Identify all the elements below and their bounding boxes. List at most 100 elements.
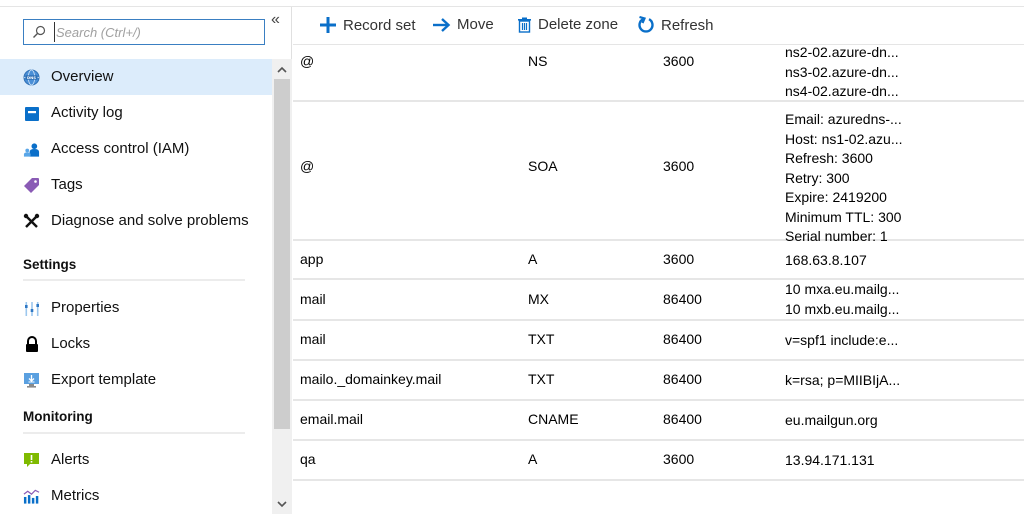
- tag-icon: [23, 177, 40, 194]
- record-ttl: 86400: [663, 411, 702, 427]
- move-button[interactable]: Move: [432, 16, 494, 33]
- record-value-line: 10 mxa.eu.mailg...: [785, 281, 900, 297]
- record-value-line: k=rsa; p=MIIBIjA...: [785, 372, 901, 388]
- menu-item-label: Export template: [51, 371, 157, 388]
- record-value-line: Refresh: 3600: [785, 150, 873, 166]
- record-value-line: 10 mxb.eu.mailg...: [785, 300, 900, 317]
- scroll-up-button[interactable]: [272, 59, 292, 79]
- record-name: email.mail: [300, 411, 364, 427]
- record-value-line: Email: azuredns-...: [785, 111, 902, 127]
- properties-sliders-icon: [23, 300, 40, 317]
- menu-item-tags[interactable]: Tags: [0, 167, 272, 203]
- menu-item-overview[interactable]: DNS Overview: [0, 59, 272, 95]
- record-sets-table: @ NS 3600 ns2-02.azure-dn... ns3-02.azure-dn…: [293, 44, 1024, 481]
- move-label: Move: [457, 16, 494, 33]
- menu-item-diagnose[interactable]: Diagnose and solve problems: [0, 203, 272, 239]
- menu-item-label: Properties: [51, 299, 120, 316]
- record-value-line: Minimum TTL: 300: [785, 208, 902, 225]
- record-value: 168.63.8.107: [785, 251, 867, 271]
- menu-item-metrics[interactable]: Metrics: [0, 478, 272, 514]
- menu-item-access-control[interactable]: Access control (IAM): [0, 131, 272, 167]
- record-type: NS: [528, 53, 548, 69]
- menu-item-label: Locks: [51, 335, 91, 352]
- record-ttl: 86400: [663, 291, 702, 307]
- section-divider: [23, 279, 245, 281]
- resource-menu: « DNS Overview Acti: [0, 7, 292, 514]
- delete-zone-button[interactable]: Delete zone: [517, 16, 618, 33]
- add-record-set-button[interactable]: Record set: [319, 16, 416, 34]
- record-value: v=spf1 include:e...: [785, 331, 898, 351]
- record-row[interactable]: @ NS 3600 ns2-02.azure-dn... ns3-02.azure-dn…: [293, 44, 1024, 102]
- record-type: A: [528, 451, 538, 467]
- search-box[interactable]: [23, 19, 265, 45]
- record-type: CNAME: [528, 411, 579, 427]
- record-value: Email: azuredns-... Host: ns1-02.azu... Re…: [785, 110, 903, 247]
- menu-item-activity-log[interactable]: Activity log: [0, 95, 272, 131]
- record-row[interactable]: qa A 3600 13.94.171.131: [293, 441, 1024, 481]
- scrollbar-thumb[interactable]: [274, 79, 290, 429]
- menu-item-alerts[interactable]: Alerts: [0, 442, 272, 478]
- menu-scrollbar[interactable]: [272, 59, 292, 514]
- menu-item-label: Access control (IAM): [51, 140, 190, 157]
- refresh-label: Refresh: [661, 16, 714, 34]
- record-type: A: [528, 251, 538, 267]
- menu-item-properties[interactable]: Properties: [0, 290, 272, 326]
- record-name: mail: [300, 331, 326, 347]
- record-row[interactable]: mailo._domainkey.mail TXT 86400 k=rsa; p=MI…: [293, 361, 1024, 401]
- trash-icon: [518, 17, 531, 33]
- iam-people-icon: [23, 141, 40, 158]
- plus-icon: [320, 17, 336, 33]
- record-value: 10 mxa.eu.mailg... 10 mxb.eu.mailg...: [785, 280, 899, 319]
- record-value-line: 13.94.171.131: [785, 452, 875, 468]
- record-value: k=rsa; p=MIIBIjA...: [785, 371, 900, 391]
- record-name: app: [300, 251, 324, 267]
- delete-zone-label: Delete zone: [538, 16, 619, 33]
- chevron-up-icon: [277, 66, 287, 73]
- section-heading-monitoring: Monitoring: [23, 409, 93, 424]
- menu-item-locks[interactable]: Locks: [0, 326, 272, 362]
- add-record-set-label: Record set: [343, 16, 416, 34]
- chevron-down-icon: [277, 500, 287, 507]
- section-heading-settings: Settings: [23, 257, 77, 272]
- record-row[interactable]: @ SOA 3600 Email: azuredns-... Host: ns1-02.…: [293, 102, 1024, 244]
- metrics-chart-icon: [23, 488, 40, 505]
- record-value: 13.94.171.131: [785, 451, 875, 471]
- record-ttl: 86400: [663, 371, 702, 387]
- record-row[interactable]: email.mail CNAME 86400 eu.mailgun.org: [293, 401, 1024, 441]
- record-value-line: 168.63.8.107: [785, 252, 867, 268]
- record-type: TXT: [528, 371, 555, 387]
- search-input[interactable]: [54, 22, 259, 42]
- activity-log-icon: [23, 105, 40, 122]
- export-template-icon: [23, 372, 40, 389]
- record-ttl: 3600: [663, 251, 695, 267]
- record-ttl: 86400: [663, 331, 702, 347]
- record-name: @: [300, 53, 315, 69]
- record-row[interactable]: mail TXT 86400 v=spf1 include:e...: [293, 321, 1024, 361]
- record-name: qa: [300, 451, 316, 467]
- scroll-down-button[interactable]: [272, 494, 292, 514]
- section-divider: [23, 432, 245, 434]
- record-value-line: Expire: 2419200: [785, 189, 887, 205]
- record-value-line: ns3-02.azure-dn...: [785, 63, 899, 80]
- menu-item-label: Tags: [51, 176, 83, 193]
- alert-icon: [23, 452, 40, 469]
- record-value: eu.mailgun.org: [785, 411, 878, 431]
- refresh-button[interactable]: Refresh: [637, 16, 714, 34]
- record-value-line: Retry: 300: [785, 169, 850, 186]
- record-value-line: ns4-02.azure-dn...: [785, 83, 899, 99]
- search-icon: [33, 25, 46, 38]
- collapse-menu-button[interactable]: «: [271, 11, 280, 29]
- record-type: TXT: [528, 331, 555, 347]
- record-value-line: v=spf1 include:e...: [785, 332, 899, 348]
- menu-item-label: Diagnose and solve problems: [51, 212, 249, 229]
- svg-text:DNS: DNS: [27, 75, 36, 80]
- wrench-screwdriver-icon: [23, 213, 40, 230]
- arrow-right-icon: [433, 17, 451, 32]
- record-type: SOA: [528, 158, 558, 174]
- record-row[interactable]: app A 3600 168.63.8.107: [293, 241, 1024, 280]
- record-value-line: Host: ns1-02.azu...: [785, 130, 903, 147]
- menu-item-label: Alerts: [51, 451, 90, 468]
- record-row[interactable]: mail MX 86400 10 mxa.eu.mailg... 10 mxb.eu.m…: [293, 280, 1024, 321]
- record-name: @: [300, 158, 315, 174]
- menu-item-export-template[interactable]: Export template: [0, 362, 272, 398]
